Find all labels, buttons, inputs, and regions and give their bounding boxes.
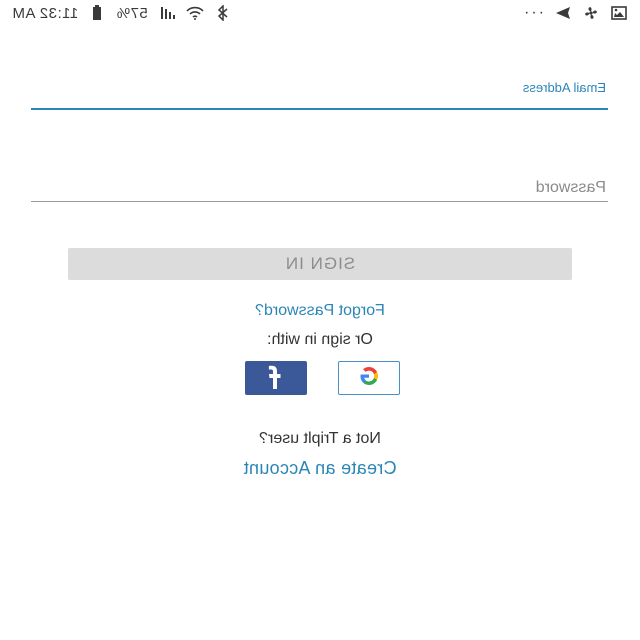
fan-icon (582, 5, 600, 21)
status-time: 11:32 AM (12, 4, 79, 22)
email-label: Email Address (522, 80, 606, 95)
status-left: ··· (522, 4, 628, 21)
wifi-icon (186, 5, 204, 21)
signal-icon (158, 5, 176, 21)
battery-percent: 57% (116, 4, 148, 22)
social-login-row (0, 361, 640, 397)
forgot-password-link[interactable]: Forgot Password? (0, 302, 640, 320)
status-bar: ··· 57% 11:32 AM (0, 0, 640, 26)
or-sign-in-text: Or sign in with: (267, 331, 373, 348)
login-screen: ··· 57% 11:32 AM Email Address SIGN IN F… (0, 0, 640, 640)
overflow-dots: ··· (522, 4, 544, 21)
facebook-icon (265, 363, 287, 394)
send-icon (554, 5, 572, 21)
google-sign-in-button[interactable] (338, 361, 400, 395)
status-right: 57% 11:32 AM (12, 5, 232, 22)
battery-icon (88, 5, 106, 21)
create-account-link[interactable]: Create an Account (0, 458, 640, 479)
password-field[interactable] (31, 172, 608, 202)
password-input[interactable] (31, 172, 608, 201)
email-input[interactable] (31, 80, 608, 108)
bluetooth-icon (214, 5, 232, 21)
google-icon (358, 365, 380, 392)
facebook-sign-in-button[interactable] (245, 361, 307, 395)
email-field[interactable]: Email Address (31, 80, 608, 110)
not-a-user-text: Not a Triplt user? (259, 430, 381, 447)
sign-in-button[interactable]: SIGN IN (68, 248, 572, 280)
gallery-icon (610, 5, 628, 21)
